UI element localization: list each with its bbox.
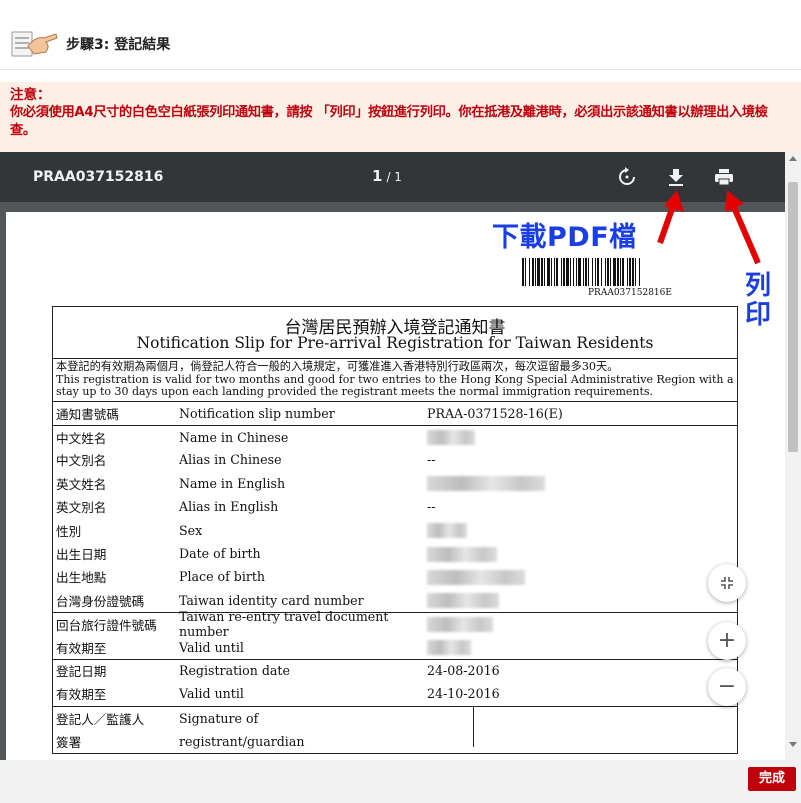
- current-page: 1: [372, 167, 383, 185]
- field-label-en: Alias in English: [179, 499, 279, 515]
- slip-title-chinese: 台灣居民預辦入境登記通知書: [284, 318, 506, 338]
- field-label-zh: 登記日期: [56, 664, 107, 680]
- barcode-number: PRAA037152816E: [588, 288, 672, 298]
- field-value: 24-10-2016: [427, 686, 500, 702]
- signature-divider: [473, 706, 474, 747]
- field-label-zh: 英文別名: [56, 500, 107, 516]
- table-row: 英文別名 Alias in English --: [53, 495, 737, 518]
- table-row: 簽署 registrant/guardian: [53, 730, 737, 753]
- field-label-zh: 台灣身份證號碼: [56, 593, 145, 609]
- field-label-zh: 有效期至: [56, 687, 107, 703]
- redacted-value: [427, 546, 497, 562]
- table-row: 中文姓名 Name in Chinese: [53, 424, 737, 448]
- scroll-thumb[interactable]: [788, 182, 798, 452]
- pdf-toolbar: PRAA037152816 1/ 1: [0, 152, 785, 202]
- total-pages: / 1: [386, 170, 402, 184]
- vertical-scrollbar[interactable]: [785, 152, 801, 760]
- redacted-value: [427, 640, 471, 656]
- table-row: 有效期至 Valid until: [53, 635, 737, 658]
- redacted-value: [427, 476, 545, 492]
- table-row: 出生地點 Place of birth: [53, 565, 737, 588]
- zoom-in-button[interactable]: +: [708, 622, 746, 660]
- field-label-en: registrant/guardian: [179, 734, 305, 750]
- field-label-en: Notification slip number: [179, 405, 335, 421]
- field-label-zh: 出生日期: [56, 547, 107, 563]
- pdf-page: PRAA037152816E 台灣居民預辦入境登記通知書 Notificatio…: [6, 212, 785, 760]
- slip-title-english: Notification Slip for Pre-arrival Regist…: [136, 334, 654, 352]
- field-label-zh: 簽署: [56, 735, 82, 751]
- redacted-value: [427, 617, 493, 633]
- table-row: 登記日期 Registration date 24-08-2016: [53, 658, 737, 682]
- pdf-viewer: PRAA037152816 1/ 1 PRAA037152816E 台灣居民預辦…: [0, 152, 785, 760]
- field-label-en: Place of birth: [179, 569, 266, 585]
- registration-result-page: 步驟3: 登記結果 注意： 你必須使用A4尺寸的白色空白紙張列印通知書，請按 「…: [0, 0, 801, 803]
- print-annotation: 列印: [744, 271, 771, 330]
- fit-page-button[interactable]: [708, 564, 746, 602]
- step-title: 步驟3: 登記結果: [66, 37, 171, 53]
- field-value: 24-08-2016: [427, 663, 500, 679]
- field-label-en: Valid until: [179, 639, 244, 655]
- field-label-en: Taiwan re-entry travel document number: [179, 609, 389, 640]
- download-pdf-annotation: 下載PDF檔: [492, 222, 637, 253]
- signature-block: 登記人／監護人 Signature of 簽署 registrant/guard…: [53, 705, 737, 754]
- table-row: 通知書號碼 Notification slip number PRAA-0371…: [53, 402, 737, 425]
- notice-box: 注意： 你必須使用A4尺寸的白色空白紙張列印通知書，請按 「列印」按鈕進行列印。…: [0, 82, 801, 152]
- barcode: [522, 258, 640, 286]
- field-value: --: [427, 499, 436, 515]
- fit-page-icon: [721, 577, 733, 589]
- field-label-en: Name in English: [179, 475, 286, 491]
- field-label-zh: 出生地點: [56, 570, 107, 586]
- notice-title: 注意：: [10, 87, 51, 103]
- redacted-value: [427, 569, 525, 585]
- table-row: 回台旅行證件號碼 Taiwan re-entry travel document…: [53, 609, 737, 639]
- field-label-en: Name in Chinese: [179, 429, 289, 445]
- field-label-zh: 中文別名: [56, 453, 107, 469]
- document-name: PRAA037152816: [33, 169, 164, 185]
- field-label-zh: 英文姓名: [56, 476, 107, 492]
- download-icon[interactable]: [665, 166, 687, 188]
- field-label-zh: 中文姓名: [56, 430, 107, 446]
- form-hand-icon: [11, 31, 58, 57]
- field-label-en: Date of birth: [179, 546, 261, 562]
- table-row: 性別 Sex: [53, 518, 737, 541]
- validity-chinese: 本登記的有效期為兩個月，倘登記人符合一般的入境規定，可獲准進入香港特別行政區兩次…: [56, 360, 619, 373]
- table-row: 出生日期 Date of birth: [53, 542, 737, 565]
- page-header: 步驟3: 登記結果: [0, 0, 801, 70]
- field-value: --: [427, 452, 436, 468]
- redacted-value: [427, 430, 475, 446]
- table-row: 登記人／監護人 Signature of: [53, 707, 737, 730]
- zoom-out-button[interactable]: −: [708, 668, 746, 706]
- table-row: 中文別名 Alias in Chinese --: [53, 448, 737, 471]
- page-indicator: 1/ 1: [372, 167, 402, 185]
- table-row: 英文姓名 Name in English: [53, 472, 737, 495]
- validity-english: This registration is valid for two month…: [56, 372, 734, 398]
- field-label-zh: 回台旅行證件號碼: [56, 617, 157, 633]
- field-label-zh: 登記人／監護人: [56, 711, 145, 727]
- field-label-zh: 性別: [56, 523, 82, 539]
- field-label-en: Taiwan identity card number: [179, 592, 364, 608]
- finish-button[interactable]: 完成: [748, 767, 796, 791]
- page-footer: 完成: [0, 760, 801, 803]
- notification-slip: 台灣居民預辦入境登記通知書 Notification Slip for Pre-…: [52, 306, 738, 755]
- field-label-en: Registration date: [179, 663, 290, 679]
- rotate-icon[interactable]: [616, 166, 638, 188]
- notice-text: 你必須使用A4尺寸的白色空白紙張列印通知書，請按 「列印」按鈕進行列印。你在抵港…: [10, 105, 768, 138]
- field-label-en: Sex: [179, 522, 203, 538]
- validity-statement: 本登記的有效期為兩個月，倘登記人符合一般的入境規定，可獲准進入香港特別行政區兩次…: [53, 358, 737, 402]
- scroll-down-icon[interactable]: [789, 742, 797, 747]
- field-label-en: Valid until: [179, 686, 244, 702]
- field-value: PRAA-0371528-16(E): [427, 405, 563, 421]
- field-label-zh: 通知書號碼: [56, 406, 119, 422]
- redacted-value: [427, 593, 499, 609]
- field-label-en: Signature of: [179, 710, 259, 726]
- field-label-en: Alias in Chinese: [179, 452, 282, 468]
- table-row: 有效期至 Valid until 24-10-2016: [53, 682, 737, 705]
- field-label-zh: 有效期至: [56, 640, 107, 656]
- scroll-up-icon[interactable]: [789, 156, 797, 161]
- redacted-value: [427, 523, 467, 539]
- print-icon[interactable]: [713, 166, 735, 188]
